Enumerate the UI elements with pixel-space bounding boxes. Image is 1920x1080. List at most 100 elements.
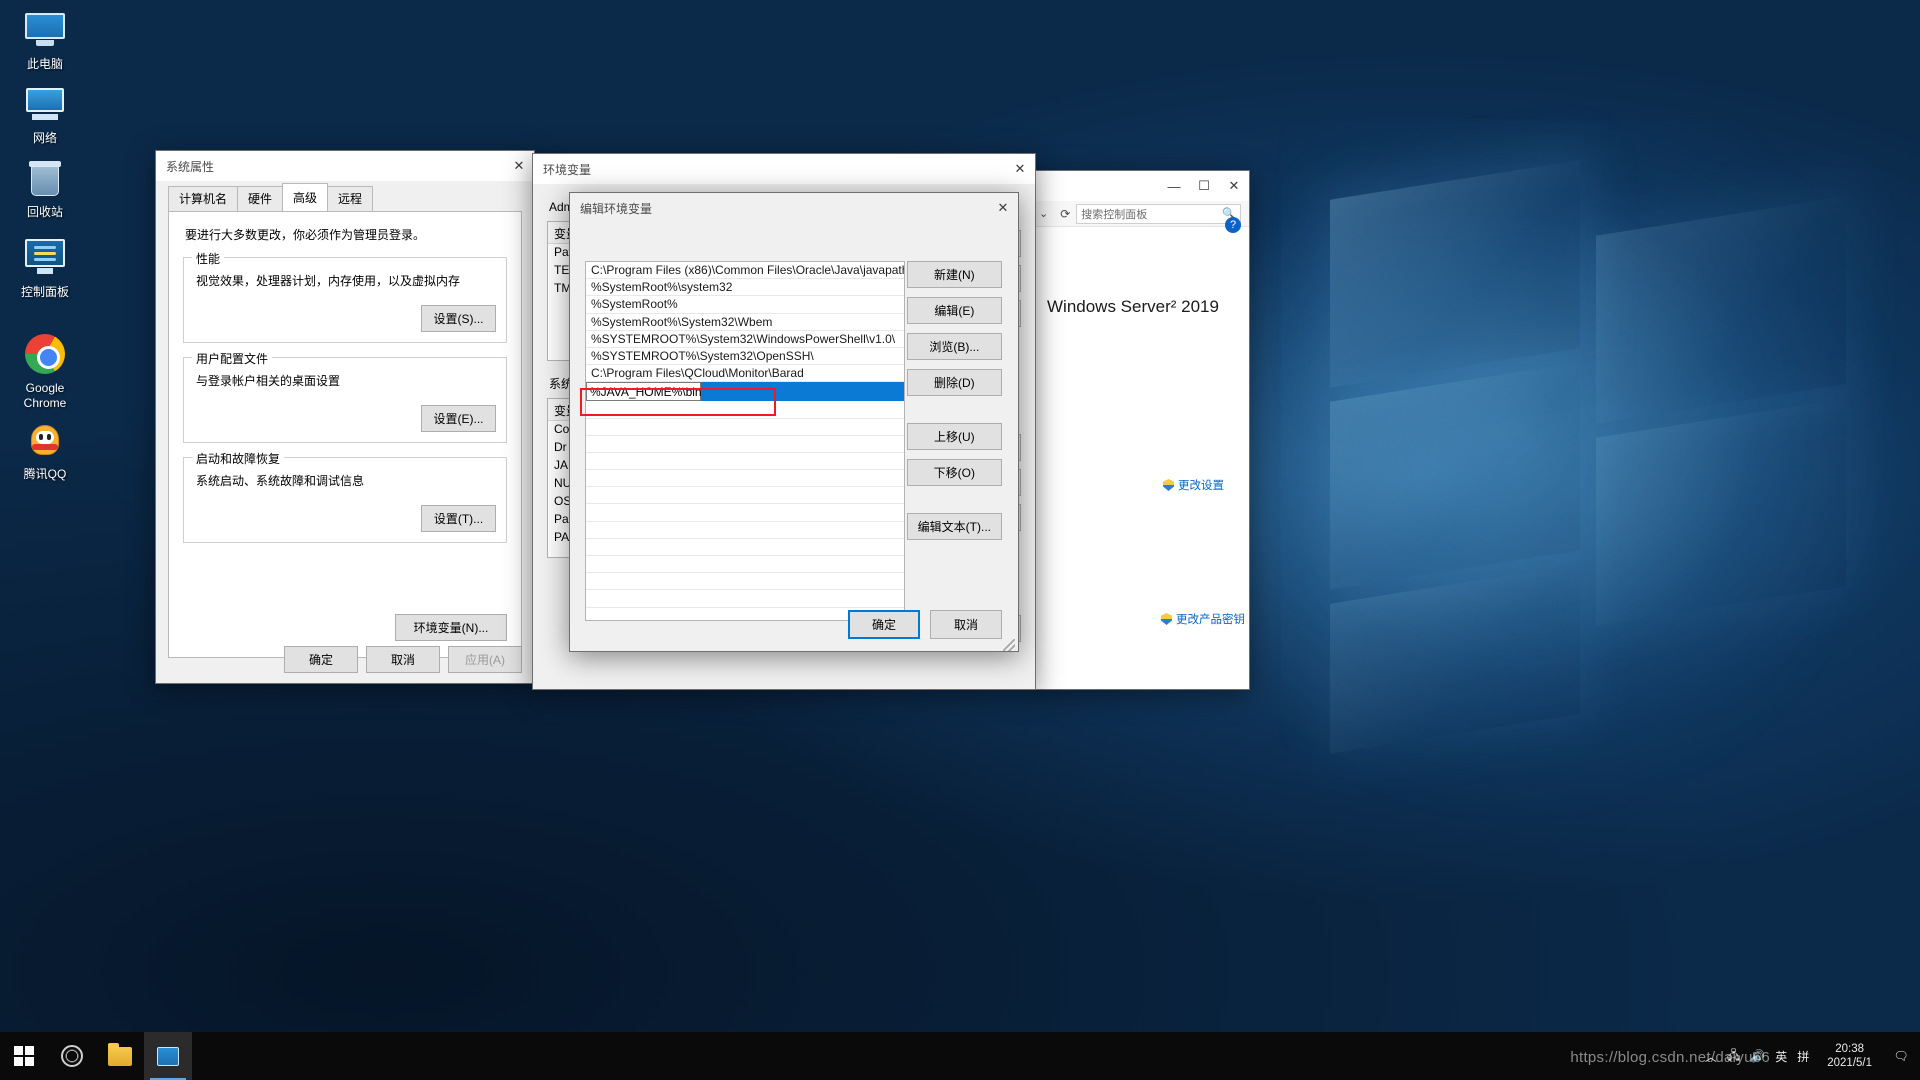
user-profiles-settings-button[interactable]: 设置(E)... (421, 405, 496, 432)
desktop-icon-control-panel[interactable]: 控制面板 (2, 236, 88, 300)
help-icon[interactable]: ? (1225, 217, 1241, 233)
path-entry-editing-row[interactable]: %JAVA_HOME%\bin (586, 382, 904, 401)
path-entry-empty[interactable] (586, 487, 904, 504)
taskbar[interactable]: ︿ 🖧 🔊 英 拼 20:38 2021/5/1 🗨 (0, 1032, 1920, 1080)
edit-environment-variable-titlebar: 编辑环境变量 ✕ (570, 193, 1018, 223)
show-hidden-icons-chevron[interactable]: ︿ (1705, 1048, 1717, 1065)
close-button[interactable]: ✕ (1005, 154, 1035, 184)
button-group-separator (907, 405, 1002, 423)
path-entries-list[interactable]: C:\Program Files (x86)\Common Files\Orac… (585, 261, 905, 621)
file-explorer-icon (108, 1047, 132, 1066)
desktop-icon-google-chrome[interactable]: Google Chrome (2, 332, 88, 411)
desktop-icon-recycle-bin[interactable]: 回收站 (2, 156, 88, 220)
tab-advanced[interactable]: 高级 (282, 183, 328, 211)
path-entry-empty[interactable] (586, 573, 904, 590)
path-entry-empty[interactable] (586, 419, 904, 436)
system-properties-footer: 确定 取消 应用(A) (284, 646, 522, 673)
taskbar-item-system-properties[interactable] (144, 1032, 192, 1080)
maximize-button[interactable]: ☐ (1189, 171, 1219, 201)
minimize-button[interactable]: — (1159, 171, 1189, 201)
button-group-separator (907, 495, 1002, 513)
ok-button[interactable]: 确定 (284, 646, 358, 673)
desktop-icon-network[interactable]: 网络 (2, 82, 88, 146)
chevron-down-icon[interactable]: ⌄ (1033, 207, 1054, 220)
system-tray[interactable]: ︿ 🖧 🔊 英 拼 20:38 2021/5/1 🗨 (1705, 1042, 1920, 1071)
close-button[interactable]: ✕ (1219, 171, 1249, 201)
path-entry[interactable]: %SYSTEMROOT%\System32\OpenSSH\ (586, 348, 904, 365)
volume-icon[interactable]: 🔊 (1750, 1049, 1765, 1063)
path-entry-empty[interactable] (586, 453, 904, 470)
group-description: 与登录帐户相关的桌面设置 (196, 372, 494, 389)
path-edit-input[interactable]: %JAVA_HOME%\bin (586, 382, 701, 401)
group-legend: 用户配置文件 (192, 350, 272, 367)
path-entry-empty[interactable] (586, 401, 904, 418)
resize-grip[interactable] (1003, 639, 1015, 651)
network-icon (23, 82, 67, 126)
system-properties-dialog[interactable]: 系统属性 ✕ 计算机名 硬件 高级 远程 要进行大多数更改，你必须作为管理员登录… (155, 150, 535, 684)
group-startup-recovery: 启动和故障恢复 系统启动、系统故障和调试信息 设置(T)... (183, 457, 507, 543)
path-entry-empty[interactable] (586, 504, 904, 521)
google-chrome-icon (23, 332, 67, 376)
move-down-button[interactable]: 下移(O) (907, 459, 1002, 486)
tab-page-advanced: 要进行大多数更改，你必须作为管理员登录。 性能 视觉效果，处理器计划，内存使用，… (168, 212, 522, 658)
edit-environment-variable-footer: 确定 取消 (848, 610, 1002, 639)
taskbar-item-file-explorer[interactable] (96, 1032, 144, 1080)
close-button[interactable]: ✕ (504, 151, 534, 181)
refresh-icon[interactable]: ⟳ (1054, 207, 1076, 221)
startup-recovery-settings-button[interactable]: 设置(T)... (421, 505, 496, 532)
path-entry[interactable]: %SystemRoot%\system32 (586, 279, 904, 296)
control-panel-addressbar: ⌄ ⟳ 搜索控制面板 🔍 (1033, 201, 1249, 227)
path-entry-empty[interactable] (586, 436, 904, 453)
path-entry-empty[interactable] (586, 522, 904, 539)
link-label: 更改产品密钥 (1176, 611, 1245, 627)
search-placeholder: 搜索控制面板 (1081, 206, 1147, 222)
change-product-key-link[interactable]: 更改产品密钥 (1161, 611, 1245, 627)
cancel-button[interactable]: 取消 (930, 610, 1002, 639)
ok-button[interactable]: 确定 (848, 610, 920, 639)
tab-remote[interactable]: 远程 (327, 186, 373, 211)
start-button[interactable] (0, 1032, 48, 1080)
delete-path-button[interactable]: 删除(D) (907, 369, 1002, 396)
path-entry-empty[interactable] (586, 590, 904, 607)
path-entry-empty[interactable] (586, 556, 904, 573)
taskbar-item-cortana-search[interactable] (48, 1032, 96, 1080)
performance-settings-button[interactable]: 设置(S)... (421, 305, 496, 332)
desktop-icon-this-pc[interactable]: 此电脑 (2, 8, 88, 72)
apply-button[interactable]: 应用(A) (448, 646, 522, 673)
environment-variables-button[interactable]: 环境变量(N)... (395, 614, 507, 641)
group-performance: 性能 视觉效果，处理器计划，内存使用，以及虚拟内存 设置(S)... (183, 257, 507, 343)
desktop-icon-label: 腾讯QQ (2, 467, 88, 482)
taskbar-clock[interactable]: 20:38 2021/5/1 (1819, 1042, 1880, 1071)
action-center-icon[interactable]: 🗨 (1890, 1045, 1912, 1067)
path-entry[interactable]: C:\Program Files\QCloud\Monitor\Barad (586, 365, 904, 382)
desktop-icon-label: 回收站 (2, 205, 88, 220)
edit-environment-variable-dialog[interactable]: 编辑环境变量 ✕ C:\Program Files (x86)\Common F… (569, 192, 1019, 652)
tab-hardware[interactable]: 硬件 (237, 186, 283, 211)
group-legend: 性能 (192, 250, 224, 267)
move-up-button[interactable]: 上移(U) (907, 423, 1002, 450)
group-description: 系统启动、系统故障和调试信息 (196, 472, 494, 489)
path-entry[interactable]: %SYSTEMROOT%\System32\WindowsPowerShell\… (586, 331, 904, 348)
desktop-icon-tencent-qq[interactable]: 腾讯QQ (2, 418, 88, 482)
search-input[interactable]: 搜索控制面板 🔍 (1076, 204, 1241, 224)
wallpaper-pane (1330, 160, 1580, 388)
system-control-panel-window[interactable]: — ☐ ✕ ⌄ ⟳ 搜索控制面板 🔍 ? Windows Server² 201… (1032, 170, 1250, 690)
cancel-button[interactable]: 取消 (366, 646, 440, 673)
path-entry[interactable]: %SystemRoot%\System32\Wbem (586, 314, 904, 331)
edit-path-button[interactable]: 编辑(E) (907, 297, 1002, 324)
network-icon[interactable]: 🖧 (1727, 1046, 1740, 1067)
edit-text-button[interactable]: 编辑文本(T)... (907, 513, 1002, 540)
change-settings-link[interactable]: 更改设置 (1163, 477, 1224, 493)
close-button[interactable]: ✕ (988, 193, 1018, 223)
browse-path-button[interactable]: 浏览(B)... (907, 333, 1002, 360)
new-path-button[interactable]: 新建(N) (907, 261, 1002, 288)
path-entry[interactable]: %SystemRoot% (586, 296, 904, 313)
path-entry[interactable]: C:\Program Files (x86)\Common Files\Orac… (586, 262, 904, 279)
path-entry-empty[interactable] (586, 470, 904, 487)
desktop-icon-label: 网络 (2, 131, 88, 146)
ime-language-indicator[interactable]: 英 (1775, 1048, 1787, 1065)
ime-mode-indicator[interactable]: 拼 (1797, 1048, 1809, 1065)
path-entry-empty[interactable] (586, 539, 904, 556)
tab-computer-name[interactable]: 计算机名 (168, 186, 238, 211)
tab-strip: 计算机名 硬件 高级 远程 (168, 189, 522, 212)
